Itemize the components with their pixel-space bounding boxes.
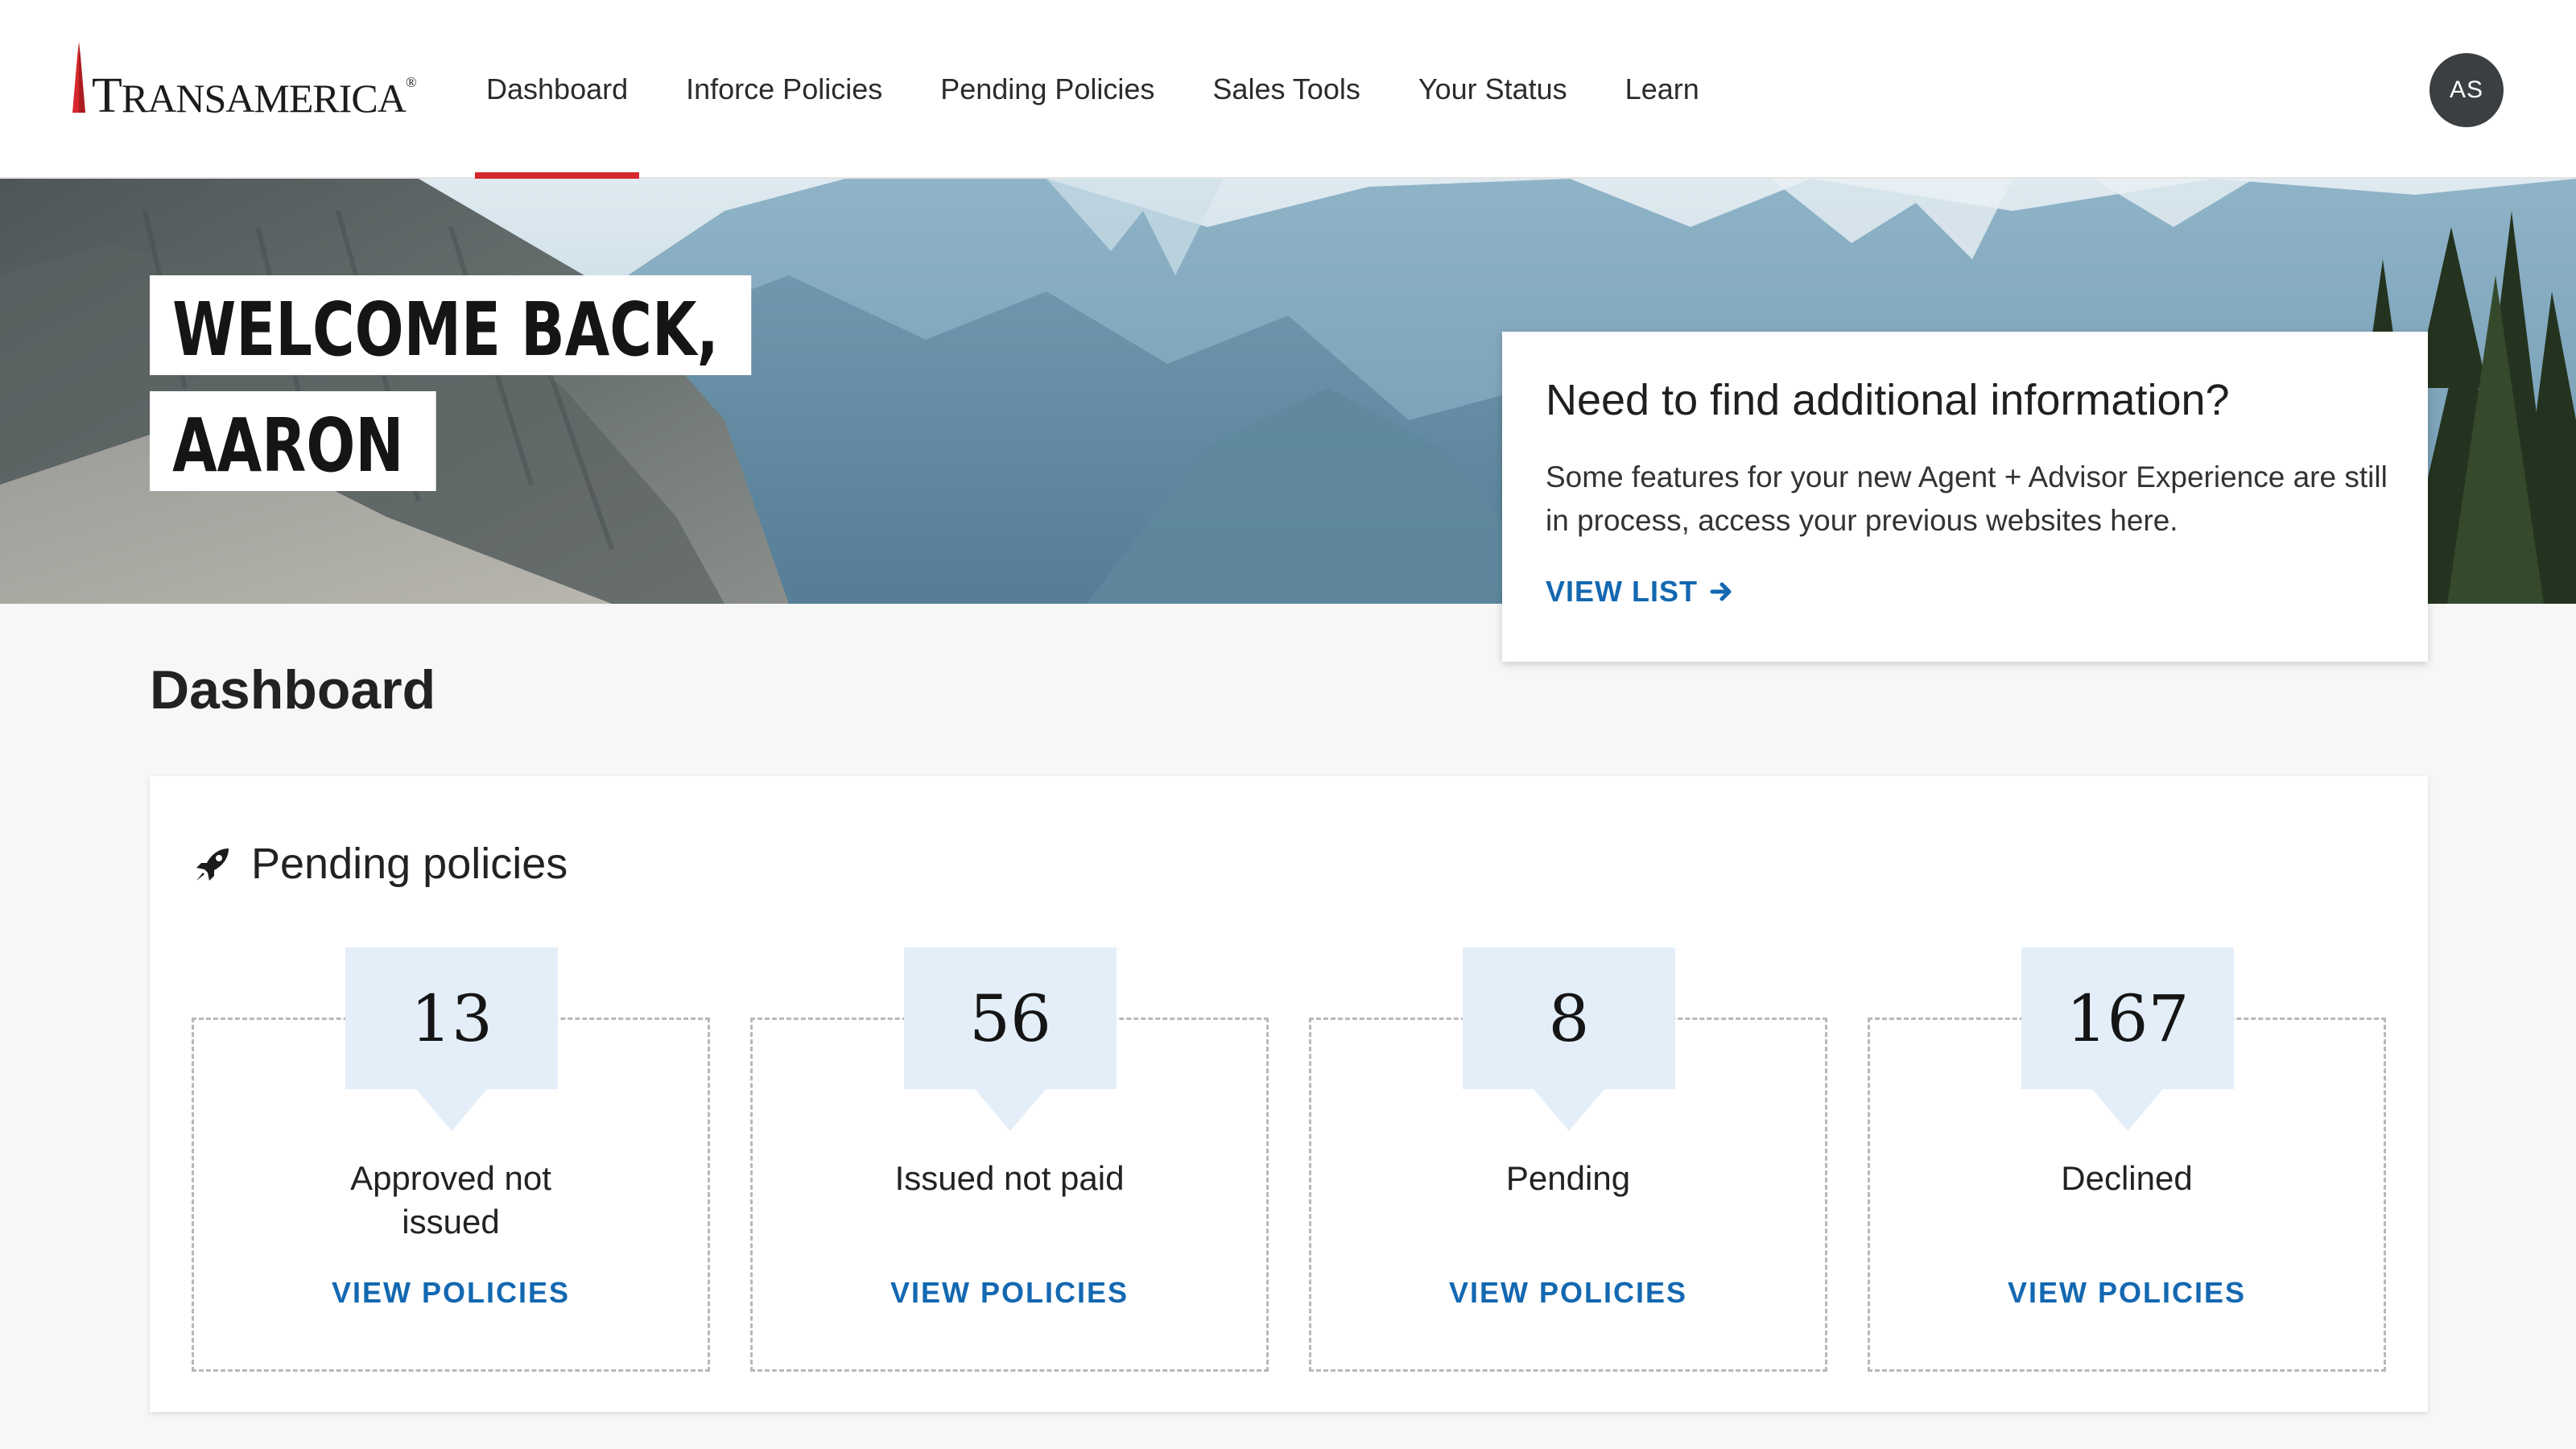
pending-policies-header: Pending policies bbox=[193, 839, 568, 889]
view-policies-link[interactable]: VIEW POLICIES bbox=[753, 1276, 1266, 1310]
logo-wordmark: TRANSAMERICA® bbox=[92, 68, 416, 123]
nav-learn[interactable]: Learn bbox=[1614, 0, 1711, 179]
welcome-line-1: WELCOME BACK, bbox=[150, 275, 752, 375]
nav-sales-tools[interactable]: Sales Tools bbox=[1201, 0, 1371, 179]
view-list-label: VIEW LIST bbox=[1546, 575, 1698, 608]
pending-policies-title: Pending policies bbox=[251, 840, 568, 888]
view-list-link[interactable]: VIEW LIST bbox=[1546, 575, 1733, 609]
info-card-title: Need to find additional information? bbox=[1546, 376, 2230, 424]
stat-pending: 8 Pending VIEW POLICIES bbox=[1309, 947, 1827, 1372]
nav-dashboard[interactable]: Dashboard bbox=[475, 0, 640, 179]
user-avatar[interactable]: AS bbox=[2429, 53, 2504, 127]
stat-count-badge: 8 bbox=[1463, 947, 1675, 1089]
view-policies-link[interactable]: VIEW POLICIES bbox=[194, 1276, 708, 1310]
page-title: Dashboard bbox=[150, 659, 436, 720]
stat-count-badge: 13 bbox=[345, 947, 558, 1089]
stat-label: Issued not paid bbox=[894, 1159, 1125, 1197]
main-nav: Dashboard Inforce Policies Pending Polic… bbox=[475, 0, 1746, 179]
rocket-icon bbox=[196, 848, 229, 881]
stat-issued-not-paid: 56 Issued not paid VIEW POLICIES bbox=[750, 947, 1269, 1372]
view-policies-link[interactable]: VIEW POLICIES bbox=[1311, 1276, 1825, 1310]
nav-pending-policies[interactable]: Pending Policies bbox=[929, 0, 1166, 179]
stat-label: Pending bbox=[1505, 1159, 1631, 1197]
nav-your-status[interactable]: Your Status bbox=[1407, 0, 1579, 179]
pending-policies-card: Pending policies 13 Approved not issued … bbox=[150, 776, 2428, 1412]
additional-info-card: Need to find additional information? Som… bbox=[1502, 332, 2428, 662]
arrow-right-icon bbox=[1710, 582, 1732, 601]
stat-declined: 167 Declined VIEW POLICIES bbox=[1868, 947, 2386, 1372]
stat-count-badge: 56 bbox=[904, 947, 1117, 1089]
transamerica-logo[interactable]: TRANSAMERICA® bbox=[68, 42, 416, 123]
pyramid-logo-icon bbox=[72, 42, 85, 113]
welcome-heading: WELCOME BACK, AARON bbox=[150, 275, 921, 507]
stat-count-badge: 167 bbox=[2021, 947, 2234, 1089]
info-card-body: Some features for your new Agent + Advis… bbox=[1546, 460, 2388, 537]
top-header: TRANSAMERICA® Dashboard Inforce Policies… bbox=[0, 0, 2576, 179]
stat-approved-not-issued: 13 Approved not issued VIEW POLICIES bbox=[192, 947, 710, 1372]
stat-label: Approved not issued bbox=[350, 1159, 551, 1241]
stat-label: Declined bbox=[2061, 1159, 2193, 1197]
welcome-line-2-username: AARON bbox=[150, 391, 437, 491]
view-policies-link[interactable]: VIEW POLICIES bbox=[1870, 1276, 2384, 1310]
nav-inforce-policies[interactable]: Inforce Policies bbox=[675, 0, 894, 179]
